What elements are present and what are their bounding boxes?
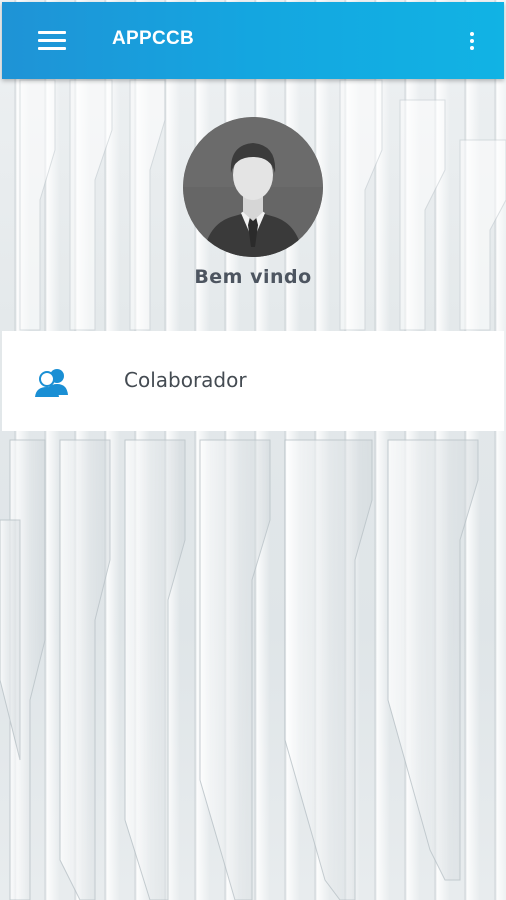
hamburger-menu-icon[interactable] xyxy=(38,31,66,51)
app-title: APPCCB xyxy=(112,28,195,49)
welcome-text: Bem vindo xyxy=(194,266,312,288)
user-silhouette-icon xyxy=(183,117,323,257)
more-vert-icon[interactable] xyxy=(468,32,476,52)
menu-item-colaborador[interactable] xyxy=(2,331,504,431)
people-icon xyxy=(34,367,70,397)
user-avatar xyxy=(183,117,323,257)
menu-item-label: Colaborador xyxy=(124,368,247,392)
app-bar: APPCCB xyxy=(2,2,504,79)
